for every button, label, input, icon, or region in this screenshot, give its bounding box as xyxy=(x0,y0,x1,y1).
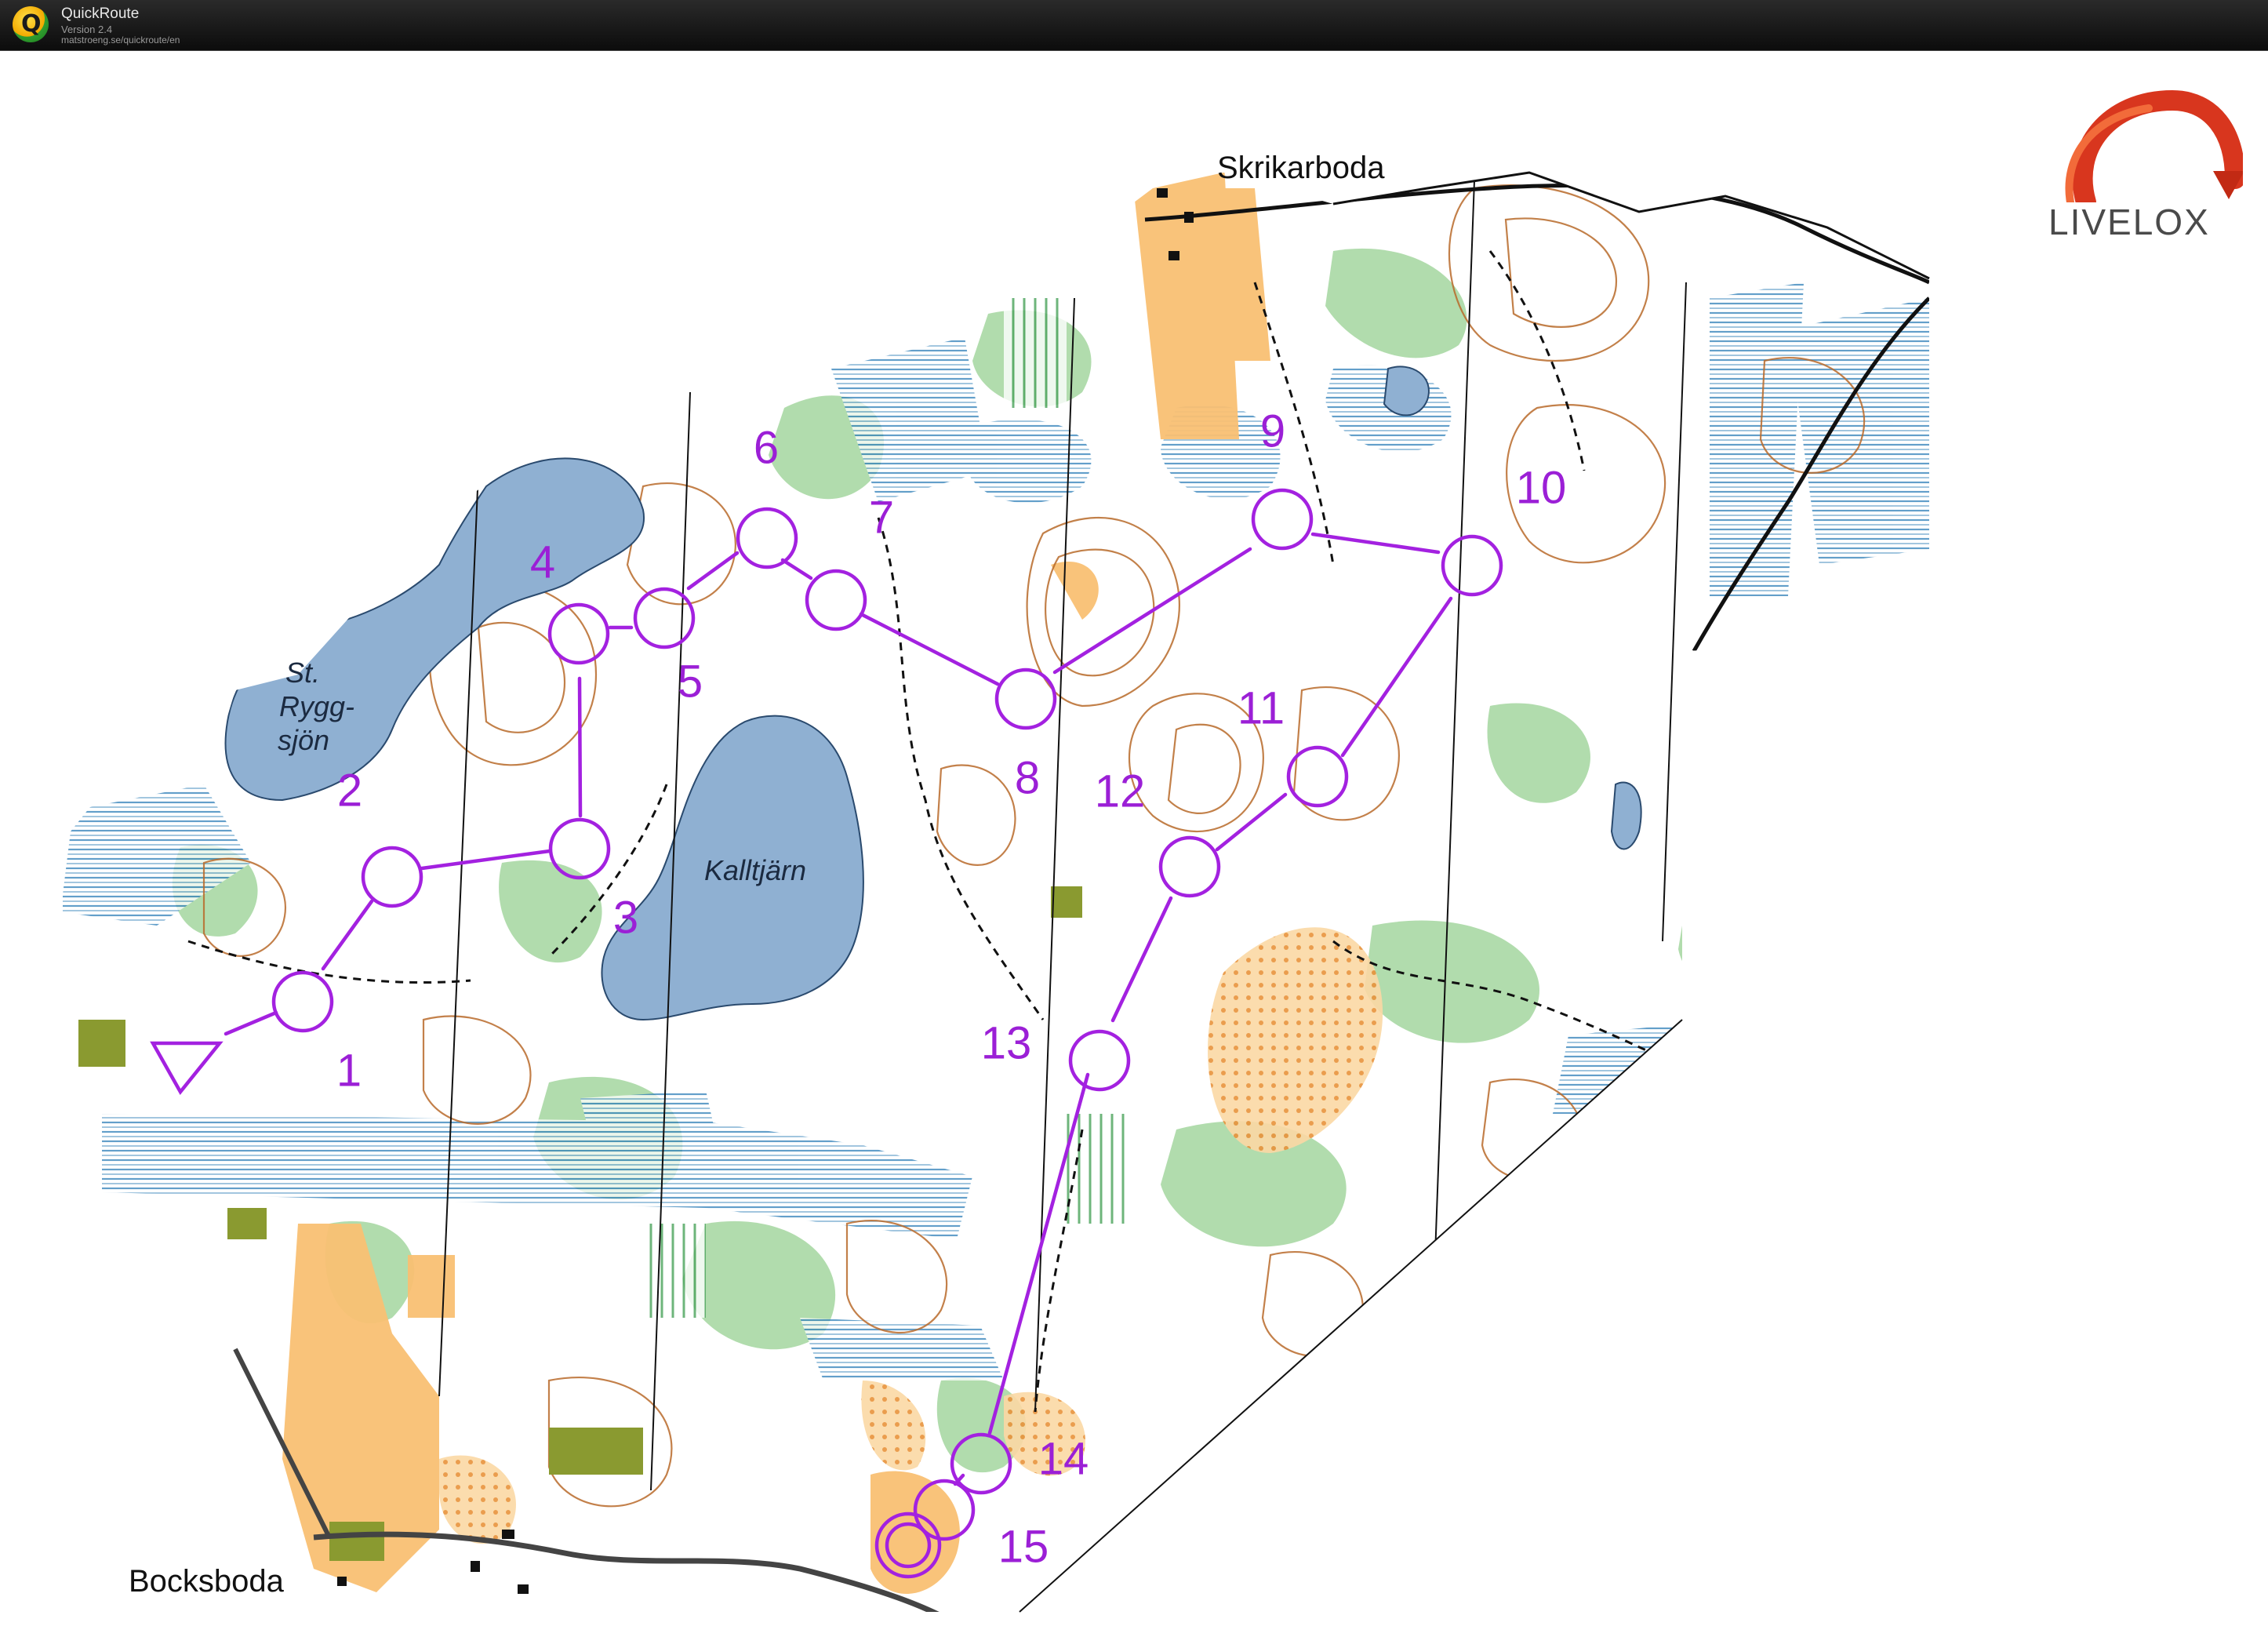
control-number-11: 11 xyxy=(1237,682,1285,734)
pond xyxy=(1383,366,1430,417)
app-name: QuickRoute xyxy=(61,5,140,22)
control-number-1: 1 xyxy=(336,1045,362,1097)
quickroute-logo-icon: Q xyxy=(13,6,49,42)
lake-label-ryggsjon-line2: Rygg- xyxy=(279,690,355,722)
map-canvas xyxy=(63,171,1930,1613)
control-number-5: 5 xyxy=(677,656,703,708)
lake-label-ryggsjon-line1: St. xyxy=(285,657,321,689)
title-bar: Q QuickRoute Version 2.4 matstroeng.se/q… xyxy=(0,0,2268,51)
place-label-bocksboda: Bocksboda xyxy=(129,1564,284,1599)
control-number-7: 7 xyxy=(868,492,895,544)
livelox-logo: LIVELOX xyxy=(2039,85,2245,242)
control-number-9: 9 xyxy=(1259,406,1286,457)
control-number-3: 3 xyxy=(612,892,639,944)
orienteering-map[interactable]: Skrikarboda Bocksboda St. Rygg- sjön Kal… xyxy=(0,51,2268,1637)
control-number-4: 4 xyxy=(529,537,556,588)
livelox-swoosh-icon xyxy=(2065,89,2245,213)
lake-east xyxy=(1610,781,1642,850)
lake-label-kalltjarn: Kalltjärn xyxy=(704,854,807,886)
control-number-2: 2 xyxy=(336,765,363,817)
control-number-15: 15 xyxy=(998,1521,1049,1573)
lake-label-ryggsjon-line3: sjön xyxy=(278,724,330,756)
control-number-13: 13 xyxy=(980,1017,1032,1069)
control-number-14: 14 xyxy=(1038,1433,1089,1485)
control-number-10: 10 xyxy=(1515,462,1567,514)
control-number-8: 8 xyxy=(1014,752,1041,804)
control-number-6: 6 xyxy=(753,422,780,474)
app-version: Version 2.4 xyxy=(61,24,113,35)
livelox-wordmark: LIVELOX xyxy=(2048,202,2210,242)
app-url: matstroeng.se/quickroute/en xyxy=(61,35,180,45)
place-label-skrikarboda: Skrikarboda xyxy=(1217,151,1385,185)
control-number-12: 12 xyxy=(1094,766,1146,817)
